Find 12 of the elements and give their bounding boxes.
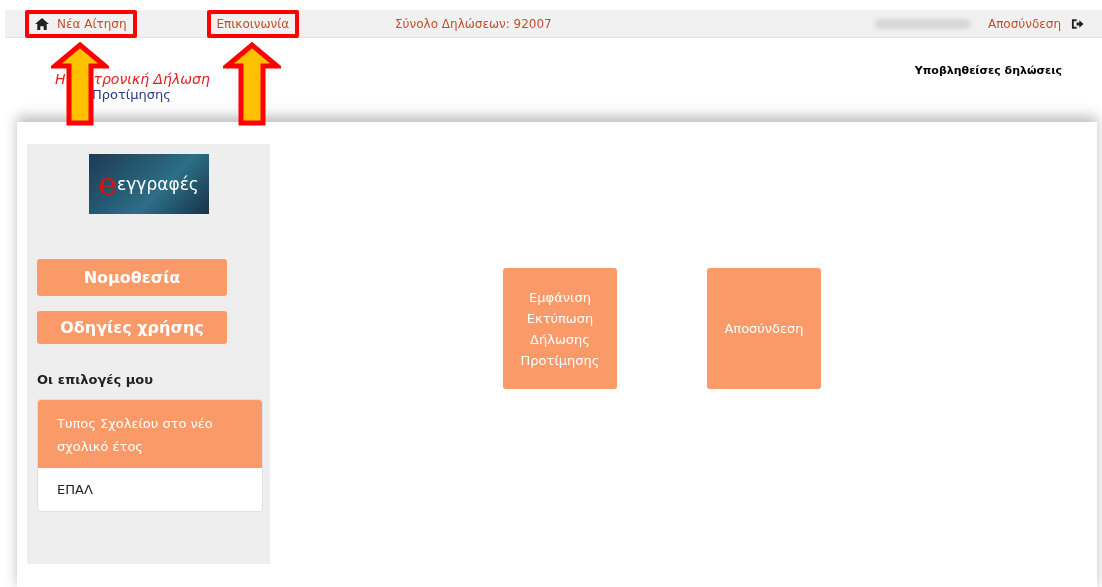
choice-title: Τυπος Σχολείου στο νέο σχολικό έτος: [38, 400, 262, 468]
declarations-total: Σύνολο Δηλώσεων: 92007: [395, 16, 552, 31]
choice-value: ΕΠΑΛ: [56, 481, 94, 499]
section-title: Οι επιλογές μου: [37, 372, 154, 387]
home-icon: [35, 17, 49, 30]
logout-icon: [1071, 17, 1084, 30]
logo-text: τρονική Δήλωση: [93, 71, 210, 87]
logout-link[interactable]: Αποσύνδεση: [987, 16, 1061, 31]
submitted-declarations-link[interactable]: Υποβληθείσες δηλώσεις: [914, 38, 1062, 122]
logo-text: Η: [55, 71, 66, 87]
nav-link[interactable]: Νέα Αίτηση: [25, 9, 137, 38]
nav-link[interactable]: Επικοινωνία: [206, 9, 300, 38]
